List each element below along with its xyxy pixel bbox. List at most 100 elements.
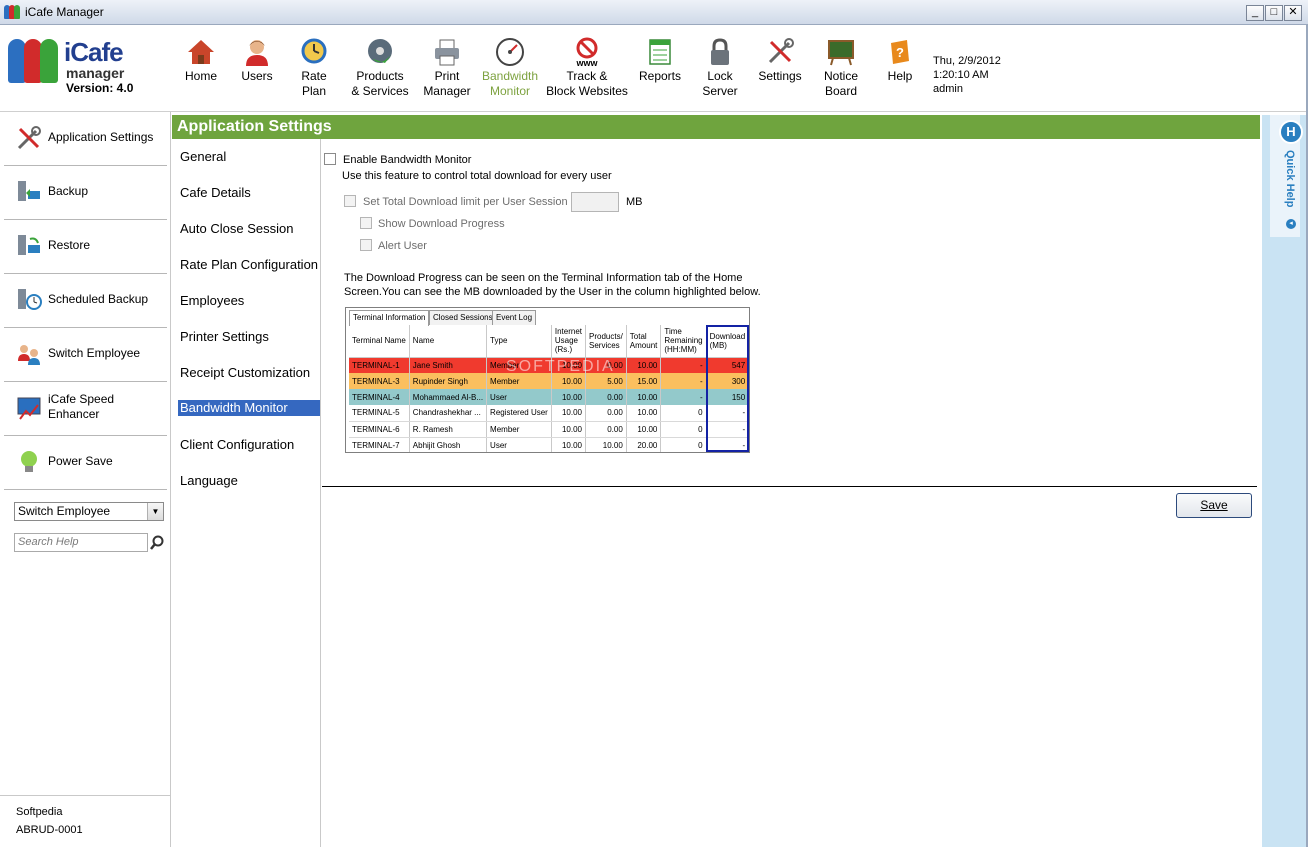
toolbar-home[interactable]: Home — [180, 37, 222, 84]
nav-printer-settings[interactable]: Printer Settings — [178, 329, 320, 345]
nav-bandwidth-monitor[interactable]: Bandwidth Monitor — [178, 400, 320, 416]
enable-bandwidth-description: Use this feature to control total downlo… — [342, 170, 612, 182]
sample-table-cell: 0 — [660, 421, 707, 438]
sample-table-cell: 10.00 — [626, 405, 662, 422]
left-item-backup[interactable]: Backup — [4, 166, 167, 220]
nav-language[interactable]: Language — [178, 473, 320, 489]
app-icon — [4, 5, 20, 19]
left-item-application-settings[interactable]: Application Settings — [4, 112, 167, 166]
nav-employees[interactable]: Employees — [178, 293, 320, 309]
sample-tab-event-log: Event Log — [492, 310, 537, 325]
nav-client-configuration[interactable]: Client Configuration — [178, 437, 320, 453]
alert-user-label: Alert User — [378, 240, 427, 252]
sample-table-cell: User — [486, 389, 552, 405]
logo-brand: iCafe — [64, 37, 124, 67]
toolbar-settings[interactable]: Settings — [756, 37, 804, 84]
nav-general[interactable]: General — [178, 149, 320, 165]
toolbar-reports-label: Reports — [638, 69, 682, 83]
show-progress-checkbox[interactable] — [360, 217, 372, 229]
toolbar-products-label: Products & Services — [351, 69, 409, 98]
alert-user-checkbox[interactable] — [360, 239, 372, 251]
settings-nav: General Cafe Details Auto Close Session … — [172, 139, 321, 847]
toolbar-bandwidth-label: Bandwidth Monitor — [481, 69, 539, 98]
logo-brand-sub: manager — [66, 65, 125, 81]
left-item-label: Power Save — [48, 454, 113, 468]
sample-watermark: SOFTPEDIA — [506, 358, 615, 375]
help-book-icon: ? — [885, 37, 915, 67]
left-item-power-save[interactable]: Power Save — [4, 436, 167, 490]
close-button[interactable]: ✕ — [1284, 5, 1302, 21]
sample-table-cell: Chandrashekhar ... — [409, 405, 488, 422]
left-item-label: Application Settings — [48, 130, 154, 144]
window-title: iCafe Manager — [25, 5, 104, 19]
lightbulb-icon — [16, 449, 42, 475]
sample-table-cell: 0 — [660, 405, 707, 422]
sample-table-cell: Member — [486, 421, 552, 438]
left-item-label: Switch Employee — [48, 346, 141, 360]
sample-table-cell: R. Ramesh — [409, 421, 488, 438]
download-limit-input[interactable] — [571, 192, 619, 212]
nav-auto-close-session[interactable]: Auto Close Session — [178, 221, 320, 237]
left-item-restore[interactable]: Restore — [4, 220, 167, 274]
sample-table-cell: TERMINAL-7 — [349, 437, 410, 452]
nav-receipt-customization[interactable]: Receipt Customization — [178, 365, 320, 381]
toolbar-help[interactable]: ? Help — [882, 37, 918, 84]
sample-terminal-table: Terminal Name Name Type Internet Usage (… — [349, 325, 749, 452]
printer-icon — [432, 37, 462, 67]
sample-table-row: TERMINAL-6 R. Ramesh Member 10.00 0.00 10.00 0… — [349, 421, 749, 438]
left-item-scheduled-backup[interactable]: Scheduled Backup — [4, 274, 167, 328]
nav-rate-plan-configuration[interactable]: Rate Plan Configuration — [178, 257, 320, 273]
toolbar-reports[interactable]: Reports — [636, 37, 684, 84]
title-bar: iCafe Manager _ □ ✕ — [0, 0, 1308, 25]
maximize-button[interactable]: □ — [1265, 5, 1283, 21]
sample-table-cell: - — [660, 389, 707, 405]
minimize-button[interactable]: _ — [1246, 5, 1264, 21]
toolbar-settings-label: Settings — [758, 69, 802, 83]
sample-table-cell: Jane Smith — [409, 357, 488, 373]
toolbar-rate-plan[interactable]: Rate Plan — [294, 37, 334, 99]
bandwidth-monitor-settings: Enable Bandwidth Monitor Use this featur… — [322, 139, 1260, 847]
toolbar-print-manager[interactable]: Print Manager — [422, 37, 472, 99]
sample-table-cell: TERMINAL-6 — [349, 421, 410, 438]
svg-text:?: ? — [896, 45, 904, 60]
sample-table-cell: TERMINAL-1 — [349, 357, 410, 373]
left-item-label: Restore — [48, 238, 91, 252]
toolbar-products-services[interactable]: Products & Services — [350, 37, 410, 99]
toolbar-users[interactable]: Users — [238, 37, 276, 84]
download-limit-unit: MB — [626, 196, 643, 208]
show-progress-label: Show Download Progress — [378, 218, 505, 230]
sample-table-cell: TERMINAL-5 — [349, 405, 410, 422]
switch-employee-select[interactable]: Switch Employee ▼ — [14, 502, 164, 521]
sample-table-row: TERMINAL-4 Mohammaed Al-B... User 10.00 0.00… — [349, 389, 749, 405]
save-button[interactable]: Save — [1176, 493, 1252, 518]
download-column-highlight — [706, 325, 749, 452]
search-icon[interactable] — [149, 535, 165, 551]
tools-icon — [16, 125, 42, 151]
toolbar-track-block-websites[interactable]: www Track & Block Websites — [546, 37, 628, 99]
toolbar-notice-board[interactable]: Notice Board — [818, 37, 864, 99]
sample-table-cell: 0.00 — [585, 405, 627, 422]
current-time: 1:20:10 AM — [933, 69, 989, 81]
toolbar-lock-server[interactable]: Lock Server — [700, 37, 740, 99]
left-item-label: Backup — [48, 184, 89, 198]
collapse-arrow-icon[interactable]: ◂ — [1286, 219, 1296, 229]
download-limit-checkbox[interactable] — [344, 195, 356, 207]
switch-employee-icon — [16, 341, 42, 367]
search-help-input[interactable]: Search Help — [14, 533, 148, 552]
sample-table-cell: User — [486, 437, 552, 452]
toolbar-bandwidth-monitor[interactable]: Bandwidth Monitor — [478, 37, 542, 99]
employee-select-value: Switch Employee — [18, 504, 111, 518]
main-toolbar: iCafe manager Version: 4.0 Home Users Ra… — [0, 25, 1308, 112]
left-item-switch-employee[interactable]: Switch Employee — [4, 328, 167, 382]
sample-table-row: TERMINAL-7 Abhijit Ghosh User 10.00 10.00 20.… — [349, 437, 749, 452]
sample-table-cell: TERMINAL-4 — [349, 389, 410, 405]
quick-help-tab[interactable]: H Quick Help ◂ — [1270, 115, 1303, 237]
left-item-speed-enhancer[interactable]: iCafe Speed Enhancer — [4, 382, 167, 436]
chevron-down-icon[interactable]: ▼ — [147, 503, 163, 520]
lock-icon — [705, 37, 735, 67]
col-products-services: Products/ Services — [585, 325, 627, 358]
nav-cafe-details[interactable]: Cafe Details — [178, 185, 320, 201]
sample-table-cell: 10.00 — [551, 389, 587, 405]
enable-bandwidth-checkbox[interactable] — [324, 153, 336, 165]
speed-enhancer-icon — [16, 395, 42, 421]
